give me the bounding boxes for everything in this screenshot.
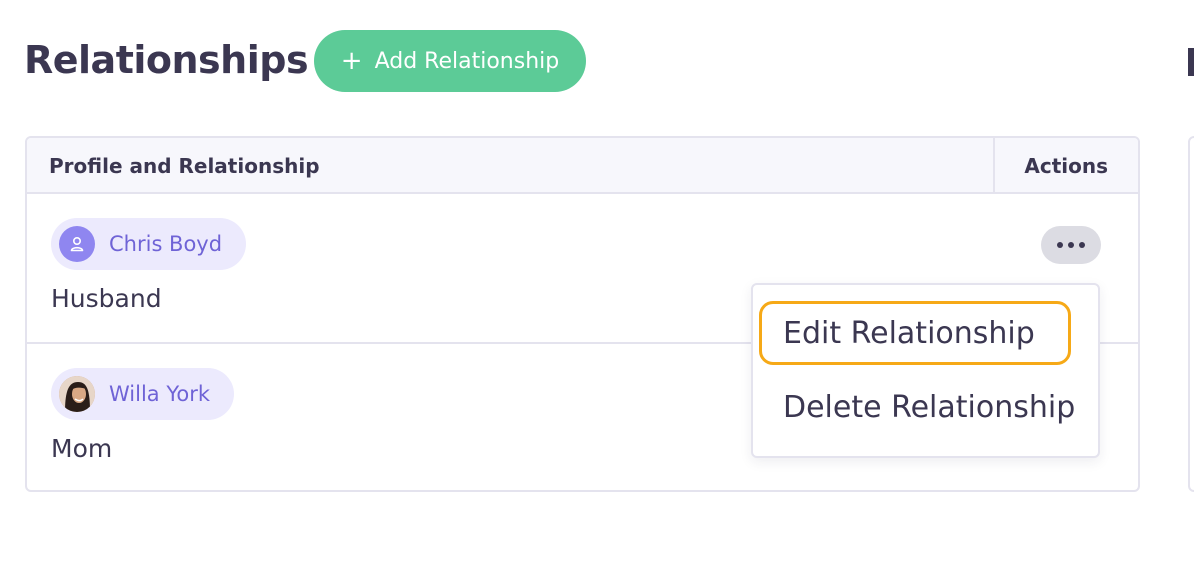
add-relationship-label: Add Relationship: [374, 48, 560, 74]
relationships-page: Relationships + Add Relationship Profile…: [0, 0, 1194, 574]
person-icon: [59, 226, 95, 262]
profile-chip[interactable]: Willa York: [51, 368, 235, 420]
avatar: [59, 376, 95, 412]
page-title: Relationships: [24, 38, 309, 82]
actions-dropdown-menu: Edit Relationship Delete Relationship: [751, 283, 1100, 458]
clipped-next-section-title: [1188, 48, 1194, 76]
column-header-profile: Profile and Relationship: [49, 154, 320, 178]
clipped-next-section-card: [1188, 136, 1194, 492]
edit-relationship-menu-item[interactable]: Edit Relationship: [759, 301, 1071, 365]
dot: [1079, 242, 1085, 248]
dot: [1057, 242, 1063, 248]
profile-name: Willa York: [109, 382, 211, 406]
profile-chip[interactable]: Chris Boyd: [51, 218, 247, 270]
table-header: Profile and Relationship Actions: [27, 138, 1138, 194]
relationship-type: Husband: [51, 284, 162, 313]
relationship-type: Mom: [51, 434, 113, 463]
plus-icon: +: [340, 46, 363, 76]
profile-name: Chris Boyd: [109, 232, 223, 256]
more-actions-button[interactable]: [1041, 226, 1101, 264]
dot: [1068, 242, 1074, 248]
delete-relationship-menu-item[interactable]: Delete Relationship: [759, 375, 1075, 439]
add-relationship-button[interactable]: + Add Relationship: [314, 30, 586, 92]
column-header-actions: Actions: [1024, 154, 1108, 178]
column-divider: [993, 138, 995, 192]
